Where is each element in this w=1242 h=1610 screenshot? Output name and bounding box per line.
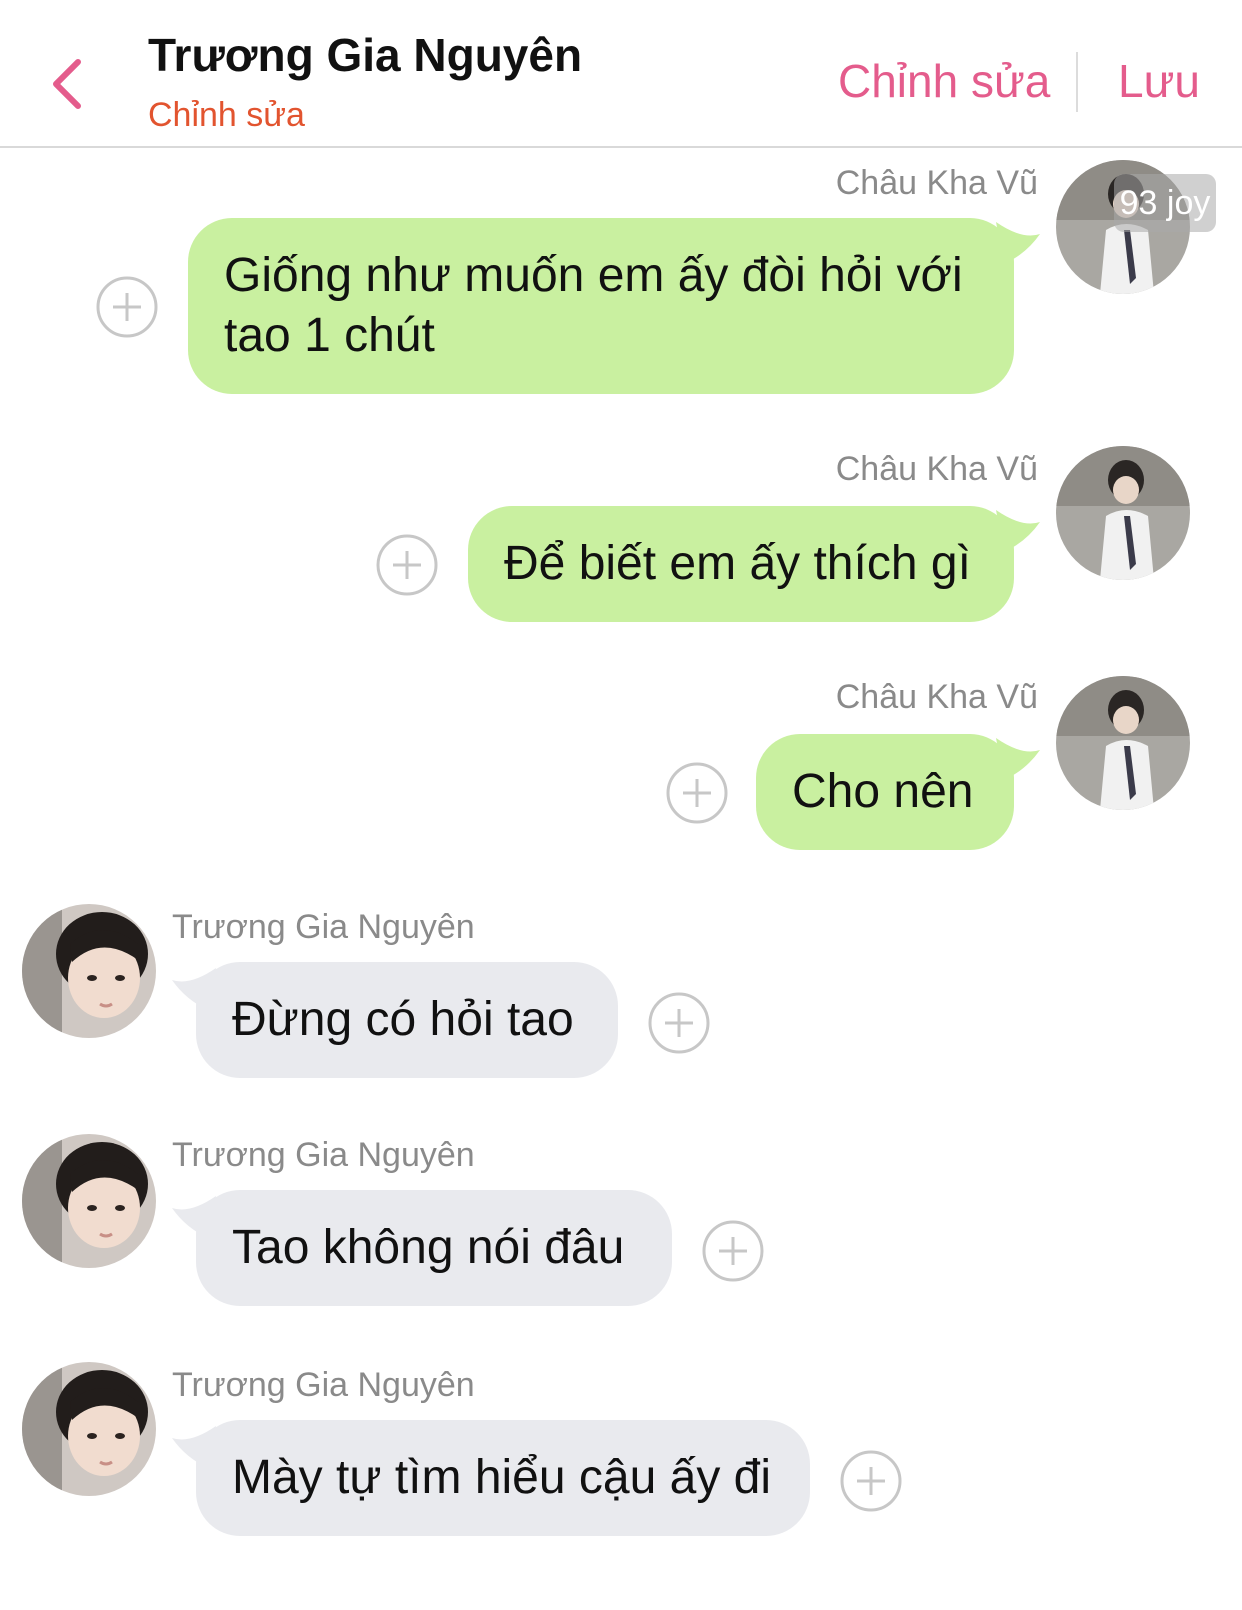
sender-name: Châu Kha Vũ <box>835 164 1038 202</box>
save-button[interactable]: Lưu <box>1118 54 1200 108</box>
avatar[interactable] <box>1056 676 1190 810</box>
add-reaction-icon[interactable] <box>840 1450 902 1512</box>
avatar[interactable] <box>22 904 156 1038</box>
sender-name: Trương Gia Nguyên <box>172 908 475 946</box>
chat-subtitle[interactable]: Chỉnh sửa <box>148 96 305 135</box>
watermark: 93 joy <box>1114 174 1216 232</box>
message-bubble[interactable]: Cho nên <box>756 734 1014 850</box>
sender-name: Trương Gia Nguyên <box>172 1366 475 1404</box>
avatar[interactable] <box>22 1362 156 1496</box>
bubble-tail <box>996 738 1040 780</box>
chat-title: Trương Gia Nguyên <box>148 29 583 81</box>
sender-name: Châu Kha Vũ <box>835 678 1038 716</box>
add-reaction-icon[interactable] <box>648 992 710 1054</box>
bubble-tail <box>996 222 1040 264</box>
avatar[interactable] <box>1056 446 1190 580</box>
message-bubble[interactable]: Đừng có hỏi tao <box>196 962 618 1078</box>
back-chevron-icon[interactable] <box>44 54 94 114</box>
message-bubble[interactable]: Tao không nói đâu <box>196 1190 672 1306</box>
message-bubble[interactable]: Mày tự tìm hiểu cậu ấy đi <box>196 1420 810 1536</box>
edit-button[interactable]: Chỉnh sửa <box>838 54 1050 108</box>
add-reaction-icon[interactable] <box>96 276 158 338</box>
sender-name: Trương Gia Nguyên <box>172 1136 475 1174</box>
add-reaction-icon[interactable] <box>702 1220 764 1282</box>
add-reaction-icon[interactable] <box>376 534 438 596</box>
sender-name: Châu Kha Vũ <box>835 450 1038 488</box>
chat-header: Trương Gia Nguyên Chỉnh sửa Chỉnh sửa Lư… <box>0 0 1242 148</box>
bubble-tail <box>996 510 1040 552</box>
header-divider <box>1076 52 1078 112</box>
message-bubble[interactable]: Để biết em ấy thích gì <box>468 506 1014 622</box>
add-reaction-icon[interactable] <box>666 762 728 824</box>
avatar[interactable] <box>22 1134 156 1268</box>
message-bubble[interactable]: Giống như muốn em ấy đòi hỏi với tao 1 c… <box>188 218 1014 394</box>
